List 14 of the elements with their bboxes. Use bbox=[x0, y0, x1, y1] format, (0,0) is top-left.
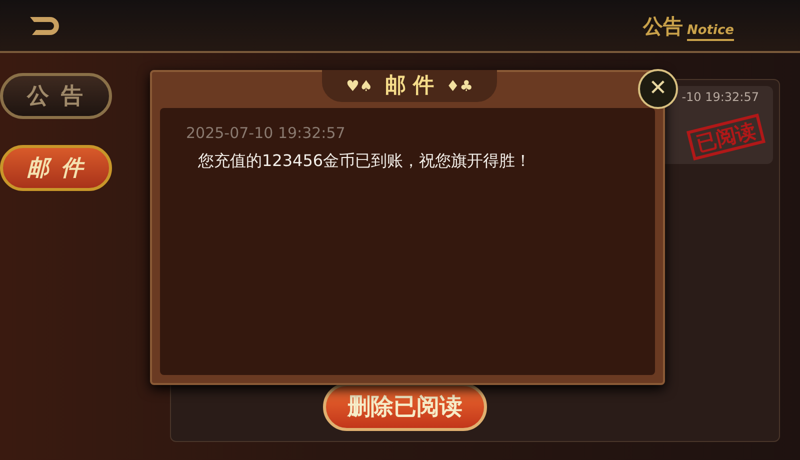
message-date: 2025-07-10 19:32:57 bbox=[186, 123, 346, 144]
back-icon[interactable] bbox=[28, 14, 60, 36]
suits-left: ♥♠ bbox=[346, 76, 373, 97]
dialog-title: 邮 件 bbox=[384, 72, 434, 100]
sidebar-tab[interactable]: 公 告 bbox=[0, 73, 112, 119]
header-title: 公告 bbox=[642, 12, 683, 40]
header-subtitle: Notice bbox=[686, 24, 734, 40]
mail-time: -10 19:32:57 bbox=[682, 90, 759, 104]
read-stamp: 已阅读 bbox=[686, 114, 766, 160]
close-button[interactable]: ✕ bbox=[638, 69, 678, 109]
delete-read-button[interactable]: 删除已阅读 bbox=[323, 383, 487, 431]
message-text: 您充值的123456金币已到账，祝您旗开得胜！ bbox=[198, 150, 532, 172]
sidebar-tab[interactable]: 邮 件 bbox=[0, 145, 112, 191]
suits-right: ♦♣ bbox=[446, 76, 474, 97]
